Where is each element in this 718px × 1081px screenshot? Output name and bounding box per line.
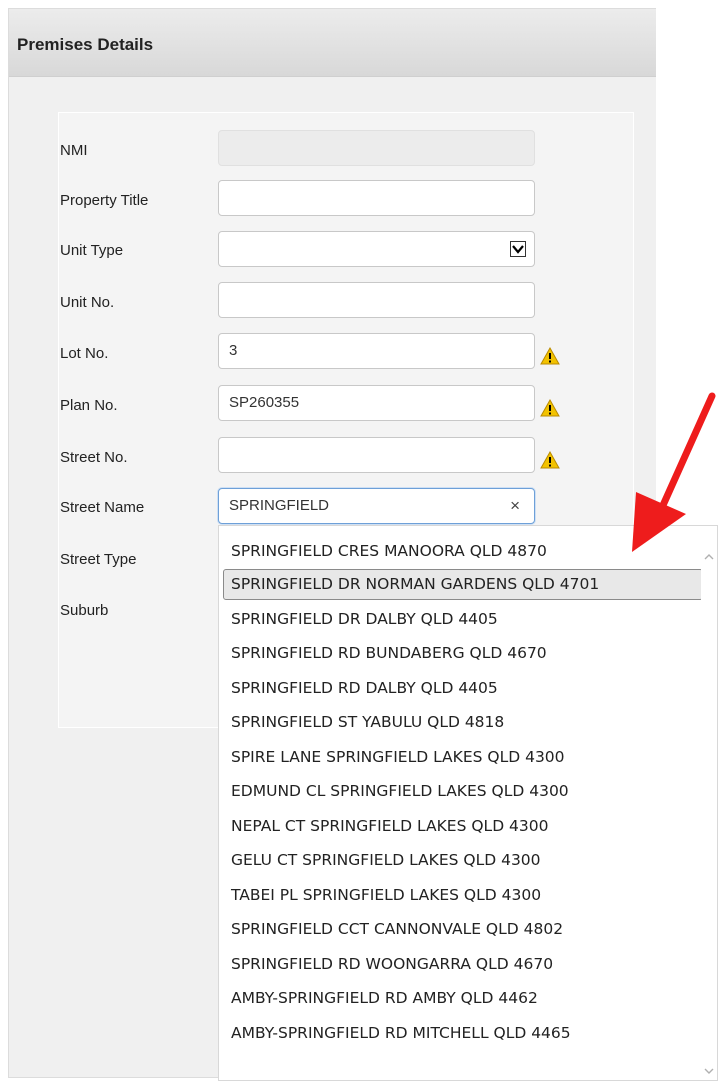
clear-icon[interactable]: × [510,489,520,523]
street-no-field[interactable] [218,437,535,473]
chevron-down-icon[interactable] [510,241,526,257]
suggestion-item[interactable]: TABEI PL SPRINGFIELD LAKES QLD 4300 [223,880,541,911]
suggestion-item[interactable]: SPIRE LANE SPRINGFIELD LAKES QLD 4300 [223,742,565,773]
street-name-value: SPRINGFIELD [229,497,330,514]
unit-type-label: Unit Type [60,242,124,259]
street-name-input[interactable]: SPRINGFIELD × [218,488,535,524]
suggestion-item[interactable]: AMBY-SPRINGFIELD RD MITCHELL QLD 4465 [223,1018,571,1049]
suggestion-item[interactable]: SPRINGFIELD RD BUNDABERG QLD 4670 [223,638,547,669]
suggestion-item[interactable]: AMBY-SPRINGFIELD RD AMBY QLD 4462 [223,983,538,1014]
property-title-label: Property Title [60,192,149,209]
suggestion-item[interactable]: SPRINGFIELD DR DALBY QLD 4405 [223,604,498,635]
warning-triangle-icon [540,451,560,469]
suggestion-item[interactable]: SPRINGFIELD RD WOONGARRA QLD 4670 [223,949,553,980]
suggestion-item-highlighted[interactable]: SPRINGFIELD DR NORMAN GARDENS QLD 4701 [223,569,703,600]
street-no-label: Street No. [60,449,128,466]
unit-no-field[interactable] [218,282,535,318]
street-type-label: Street Type [60,551,137,568]
warning-triangle-icon [540,347,560,365]
street-name-label: Street Name [60,499,145,516]
nmi-field [218,130,535,166]
suggestion-item[interactable]: EDMUND CL SPRINGFIELD LAKES QLD 4300 [223,776,569,807]
scroll-down-arrow-icon[interactable] [704,1066,714,1076]
suggestion-item[interactable]: SPRINGFIELD RD DALBY QLD 4405 [223,673,498,704]
panel-header: Premises Details [9,9,656,77]
property-title-field[interactable] [218,180,535,216]
suggestion-item[interactable]: NEPAL CT SPRINGFIELD LAKES QLD 4300 [223,811,549,842]
plan-no-label: Plan No. [60,397,118,414]
plan-no-field[interactable]: SP260355 [218,385,535,421]
suggestion-item[interactable]: SPRINGFIELD CCT CANNONVALE QLD 4802 [223,914,563,945]
lot-no-field[interactable]: 3 [218,333,535,369]
street-suggestions-dropdown: SPRINGFIELD CRES MANOORA QLD 4870 SPRING… [218,525,718,1081]
suggestion-item[interactable]: SPRINGFIELD ST YABULU QLD 4818 [223,707,504,738]
red-pointer-arrow-icon [632,392,716,552]
suggestion-item[interactable]: GELU CT SPRINGFIELD LAKES QLD 4300 [223,845,541,876]
unit-type-select[interactable] [218,231,535,267]
unit-no-label: Unit No. [60,294,115,311]
panel-title: Premises Details [17,35,154,54]
warning-triangle-icon [540,399,560,417]
suggestion-item[interactable]: SPRINGFIELD CRES MANOORA QLD 4870 [223,536,547,567]
dropdown-scrollbar[interactable] [701,526,717,1080]
suburb-label: Suburb [60,602,109,619]
nmi-label: NMI [60,142,88,159]
lot-no-label: Lot No. [60,345,109,362]
